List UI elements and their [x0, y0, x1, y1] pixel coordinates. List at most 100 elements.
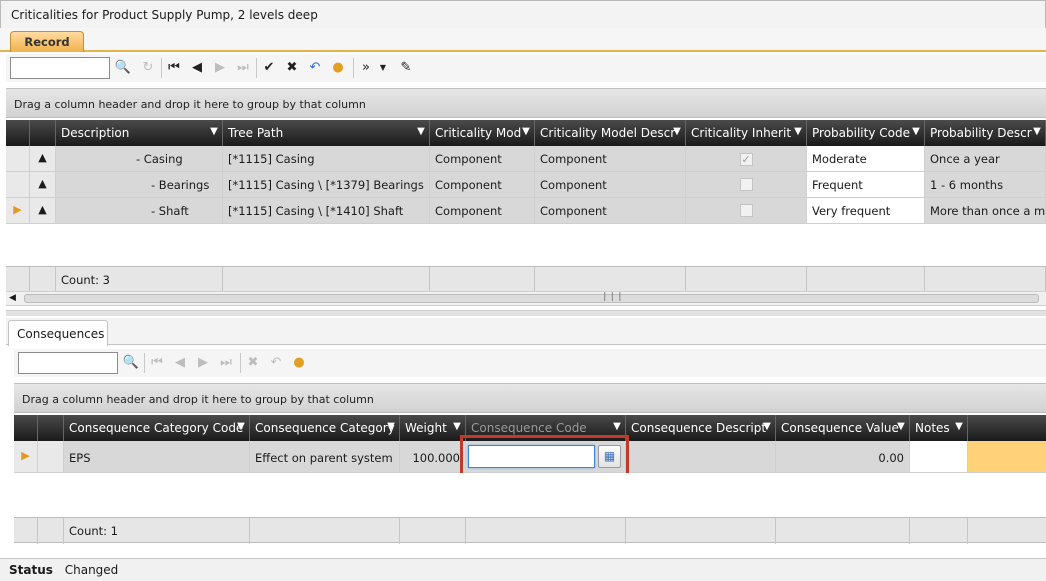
- first-record-icon[interactable]: ⏮: [146, 352, 168, 374]
- filter-icon[interactable]: ▼: [911, 126, 921, 138]
- column-header-consequence-category[interactable]: Consequence Category ▼: [250, 415, 400, 441]
- column-header-criticality-inherit[interactable]: Criticality Inherit ▼: [686, 120, 807, 146]
- cell-probability-code[interactable]: Moderate: [807, 146, 925, 172]
- collapse-arrow-icon[interactable]: ▲: [30, 146, 56, 172]
- cell-criticality-model-descr[interactable]: Component: [535, 198, 686, 224]
- users-icon[interactable]: ●: [327, 57, 349, 79]
- filter-icon[interactable]: ▼: [954, 421, 964, 433]
- cell-tree-path[interactable]: [*1115] Casing: [223, 146, 430, 172]
- refresh-icon[interactable]: ↻: [137, 57, 159, 79]
- column-header-notes[interactable]: Notes ▼: [910, 415, 968, 441]
- cell-criticality-model[interactable]: Component: [430, 172, 535, 198]
- column-header-criticality-mod[interactable]: Criticality Mod ▼: [430, 120, 535, 146]
- cell-description[interactable]: - Bearings: [56, 172, 223, 198]
- filter-icon[interactable]: ▼: [896, 421, 906, 433]
- cell-probability-code[interactable]: Frequent: [807, 172, 925, 198]
- cell-notes[interactable]: [910, 441, 968, 473]
- column-header-probability-code[interactable]: Probability Code ▼: [807, 120, 925, 146]
- scrollbar-thumb[interactable]: [24, 294, 1039, 303]
- search-icon[interactable]: 🔍: [120, 352, 142, 374]
- filter-icon[interactable]: ▼: [452, 421, 462, 433]
- undo-icon[interactable]: ↶: [304, 57, 326, 79]
- cell-criticality-model[interactable]: Component: [430, 146, 535, 172]
- cell-criticality-inherit[interactable]: [686, 172, 807, 198]
- cell-description[interactable]: - Casing: [56, 146, 223, 172]
- previous-record-icon[interactable]: ◀: [169, 352, 191, 374]
- users-icon[interactable]: ●: [288, 352, 310, 374]
- cell-probability-descr[interactable]: More than once a mo: [925, 198, 1046, 224]
- next-record-icon[interactable]: ▶: [209, 57, 231, 79]
- column-header-criticality-model-descr[interactable]: Criticality Model Descr ▼: [535, 120, 686, 146]
- column-header-description[interactable]: Description ▼: [56, 120, 223, 146]
- group-by-panel[interactable]: Drag a column header and drop it here to…: [6, 88, 1046, 118]
- checkbox-unchecked[interactable]: [739, 204, 753, 217]
- last-record-icon[interactable]: ⏭: [215, 352, 237, 374]
- search-icon[interactable]: 🔍: [112, 57, 134, 79]
- cell-criticality-inherit[interactable]: [686, 198, 807, 224]
- current-row-indicator[interactable]: ▶: [6, 198, 30, 224]
- filter-icon[interactable]: ▼: [672, 126, 682, 138]
- table-row[interactable]: ▲ - Casing [*1115] Casing Component Comp…: [6, 146, 1046, 172]
- cell-consequence-category-code[interactable]: EPS: [64, 441, 250, 473]
- column-header-label: Probability Code: [812, 126, 910, 140]
- filter-icon[interactable]: ▼: [209, 126, 219, 138]
- collapse-arrow-icon[interactable]: ▲: [30, 172, 56, 198]
- cell-consequence-description[interactable]: [626, 441, 776, 473]
- next-record-icon[interactable]: ▶: [192, 352, 214, 374]
- cancel-x-icon[interactable]: ✖: [281, 57, 303, 79]
- cell-consequence-category[interactable]: Effect on parent system: [250, 441, 400, 473]
- tab-record[interactable]: Record: [10, 31, 84, 52]
- filter-icon[interactable]: ▼: [416, 126, 426, 138]
- checkbox-unchecked[interactable]: [739, 178, 753, 191]
- cell-probability-descr[interactable]: 1 - 6 months: [925, 172, 1046, 198]
- column-header-consequence-category-code[interactable]: Consequence Category Code ▼: [64, 415, 250, 441]
- horizontal-scrollbar[interactable]: ◀ ❘❘❘: [6, 291, 1046, 306]
- cell-consequence-value[interactable]: 0.00: [776, 441, 910, 473]
- save-check-icon[interactable]: ✔: [258, 57, 280, 79]
- scroll-left-arrow-icon[interactable]: ◀: [9, 293, 16, 303]
- filter-icon[interactable]: ▼: [236, 421, 246, 433]
- column-header-tree-path[interactable]: Tree Path ▼: [223, 120, 430, 146]
- chevron-down-icon[interactable]: ▼: [372, 57, 394, 79]
- cell-description[interactable]: - Shaft: [56, 198, 223, 224]
- column-header-consequence-description[interactable]: Consequence Descript ▼: [626, 415, 776, 441]
- consequence-code-input[interactable]: [468, 445, 595, 468]
- cell-criticality-model-descr[interactable]: Component: [535, 146, 686, 172]
- collapse-arrow-icon[interactable]: ▲: [30, 198, 56, 224]
- previous-record-icon[interactable]: ◀: [186, 57, 208, 79]
- cell-criticality-model-descr[interactable]: Component: [535, 172, 686, 198]
- group-by-panel[interactable]: Drag a column header and drop it here to…: [14, 383, 1046, 413]
- cell-tree-path[interactable]: [*1115] Casing \ [*1410] Shaft: [223, 198, 430, 224]
- consequences-search-input[interactable]: [18, 352, 118, 374]
- column-header-consequence-value[interactable]: Consequence Value ▼: [776, 415, 910, 441]
- cell-probability-code[interactable]: Very frequent: [807, 198, 925, 224]
- row-indicator[interactable]: [6, 146, 30, 172]
- record-search-input[interactable]: [10, 57, 110, 79]
- filter-icon[interactable]: ▼: [793, 126, 803, 138]
- lookup-button[interactable]: ▦: [598, 445, 621, 468]
- cell-tree-path[interactable]: [*1115] Casing \ [*1379] Bearings: [223, 172, 430, 198]
- table-row[interactable]: ▶ ▲ - Shaft [*1115] Casing \ [*1410] Sha…: [6, 198, 1046, 224]
- first-record-icon[interactable]: ⏮: [163, 57, 185, 79]
- column-header-weight[interactable]: Weight ▼: [400, 415, 466, 441]
- last-record-icon[interactable]: ⏭: [232, 57, 254, 79]
- cell-criticality-inherit[interactable]: ✓: [686, 146, 807, 172]
- column-header-probability-descr[interactable]: Probability Descr ▼: [925, 120, 1046, 146]
- filter-icon[interactable]: ▼: [762, 421, 772, 433]
- row-indicator[interactable]: [6, 172, 30, 198]
- current-row-indicator[interactable]: ▶: [14, 441, 38, 473]
- tab-consequences[interactable]: Consequences: [8, 320, 108, 346]
- cell-probability-descr[interactable]: Once a year: [925, 146, 1046, 172]
- notes-edit-icon[interactable]: ✎: [395, 57, 417, 79]
- undo-icon[interactable]: ↶: [265, 352, 287, 374]
- cell-weight[interactable]: 100.000: [400, 441, 466, 473]
- table-row[interactable]: ▲ - Bearings [*1115] Casing \ [*1379] Be…: [6, 172, 1046, 198]
- filter-icon[interactable]: ▼: [1032, 126, 1042, 138]
- splitter[interactable]: [6, 310, 1046, 316]
- checkbox-checked[interactable]: ✓: [739, 153, 753, 166]
- filter-icon[interactable]: ▼: [386, 421, 396, 433]
- cell-criticality-model[interactable]: Component: [430, 198, 535, 224]
- cancel-x-icon[interactable]: ✖: [242, 352, 264, 374]
- filter-icon[interactable]: ▼: [612, 421, 622, 433]
- filter-icon[interactable]: ▼: [521, 126, 531, 138]
